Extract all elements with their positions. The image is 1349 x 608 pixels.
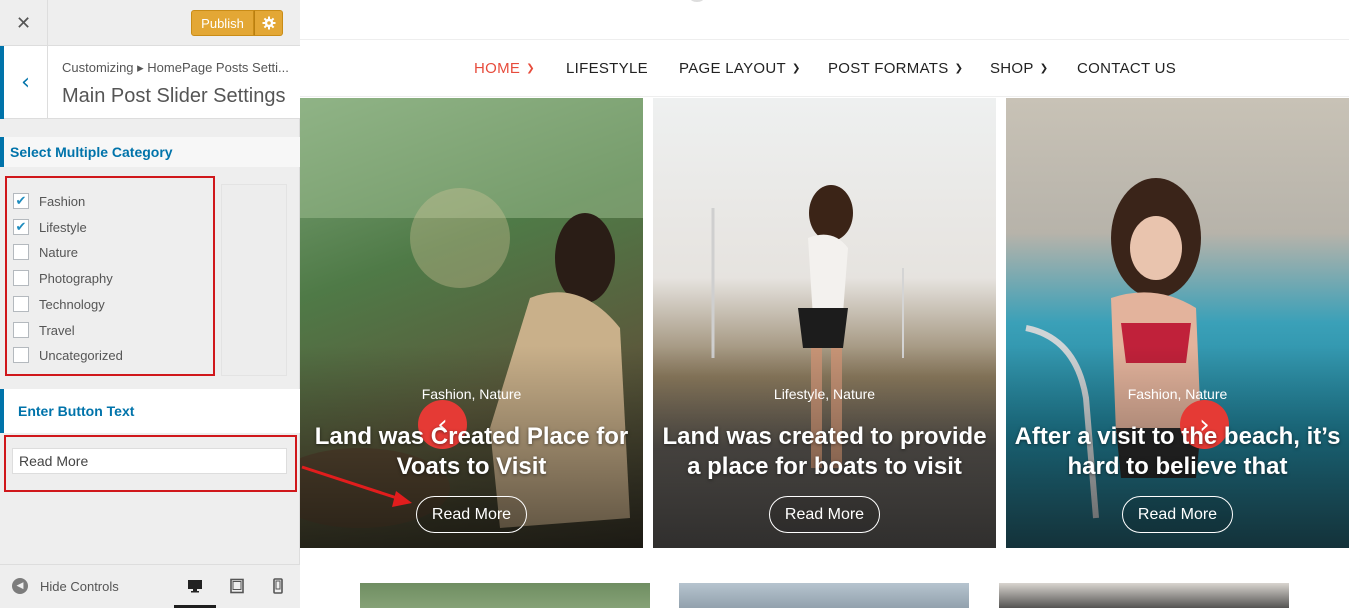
- nav-item-label: SHOP: [990, 60, 1034, 77]
- desktop-preview-button[interactable]: [182, 573, 208, 599]
- button-text-control-label: Enter Button Text: [0, 389, 300, 433]
- collapse-icon: ◀: [12, 578, 28, 594]
- slide-categories[interactable]: Fashion, Nature: [1006, 386, 1349, 402]
- nav-item-label: HOME: [474, 60, 521, 77]
- read-more-button[interactable]: Read More: [416, 496, 527, 533]
- section-title: Main Post Slider Settings: [62, 85, 286, 107]
- slide-card: › Fashion, Nature After a visit to the b…: [1006, 98, 1349, 548]
- category-control-label: Select Multiple Category: [0, 137, 300, 167]
- slide-title[interactable]: After a visit to the beach, it’s hard to…: [1012, 422, 1343, 482]
- category-checkbox[interactable]: ✔: [13, 193, 29, 209]
- category-label: Fashion: [39, 193, 86, 209]
- category-option[interactable]: Travel: [13, 320, 75, 340]
- hide-controls-label: Hide Controls: [40, 578, 119, 594]
- mobile-icon: [273, 578, 283, 594]
- category-option[interactable]: ✔ Fashion: [13, 191, 85, 211]
- read-more-button[interactable]: Read More: [1122, 496, 1233, 533]
- nav-item-label: CONTACT US: [1077, 60, 1177, 77]
- category-label: Uncategorized: [39, 347, 123, 363]
- nav-item-lifestyle[interactable]: LIFESTYLE: [566, 60, 648, 77]
- slide-card: Lifestyle, Nature Land was created to pr…: [653, 98, 996, 548]
- category-checkbox[interactable]: [13, 322, 29, 338]
- slide-categories[interactable]: Lifestyle, Nature: [653, 386, 996, 402]
- chevron-down-icon: ❯: [1039, 63, 1049, 74]
- site-preview: HOME ❯ LIFESTYLE PAGE LAYOUT ❯ POST FORMAT…: [300, 0, 1349, 608]
- category-option[interactable]: Technology: [13, 294, 105, 314]
- back-button[interactable]: ‹: [0, 46, 48, 119]
- category-label: Travel: [39, 322, 75, 338]
- publish-settings-button[interactable]: [254, 10, 283, 36]
- main-navigation: HOME ❯ LIFESTYLE PAGE LAYOUT ❯ POST FORMAT…: [300, 39, 1349, 97]
- category-checkbox[interactable]: [13, 244, 29, 260]
- slide-categories[interactable]: Fashion, Nature: [300, 386, 643, 402]
- category-option[interactable]: Nature: [13, 242, 78, 262]
- slide-title[interactable]: Land was created to provide a place for …: [659, 422, 990, 482]
- mobile-preview-button[interactable]: [265, 573, 291, 599]
- category-option[interactable]: ✔ Lifestyle: [13, 217, 87, 237]
- post-thumbnail[interactable]: [999, 583, 1289, 608]
- section-header: ‹ Customizing ▸ HomePage Posts Setti... …: [0, 46, 300, 119]
- category-checkbox[interactable]: [13, 296, 29, 312]
- category-checkbox[interactable]: [13, 270, 29, 286]
- nav-item-label: PAGE LAYOUT: [679, 60, 786, 77]
- customizer-footer: ◀ Hide Controls: [0, 564, 300, 608]
- chevron-down-icon: ❯: [526, 63, 535, 74]
- category-option[interactable]: Uncategorized: [13, 345, 123, 365]
- nav-item-page-layout[interactable]: PAGE LAYOUT ❯: [679, 60, 801, 77]
- nav-item-label: POST FORMATS: [828, 60, 949, 77]
- post-thumbnail[interactable]: [679, 583, 969, 608]
- read-more-button[interactable]: Read More: [769, 496, 880, 533]
- category-option[interactable]: Photography: [13, 268, 113, 288]
- customizer-header: ✕ Publish: [0, 0, 300, 46]
- tablet-icon: [230, 578, 244, 594]
- chevron-down-icon: ❯: [954, 63, 964, 74]
- close-button[interactable]: ✕: [0, 0, 48, 46]
- category-checkbox[interactable]: ✔: [13, 219, 29, 235]
- nav-item-home[interactable]: HOME ❯: [474, 60, 535, 77]
- annotation-arrow: [301, 465, 412, 507]
- category-label: Technology: [39, 296, 105, 312]
- close-icon: ✕: [15, 12, 32, 34]
- category-checkbox[interactable]: [13, 347, 29, 363]
- button-text-input[interactable]: [12, 448, 287, 474]
- breadcrumb: Customizing ▸ HomePage Posts Setti...: [62, 60, 289, 75]
- nav-item-label: LIFESTYLE: [566, 60, 648, 77]
- category-list-panel: [221, 184, 287, 376]
- customizer-sidebar: ✕ Publish ‹ Customizing ▸ HomePage Posts…: [0, 0, 300, 608]
- category-label: Nature: [39, 244, 79, 260]
- hide-controls-button[interactable]: ◀ Hide Controls: [12, 578, 119, 594]
- desktop-icon: [188, 580, 202, 593]
- publish-button[interactable]: Publish: [191, 10, 254, 36]
- slide-card: ‹ Fashion, Nature Land was Created Place…: [300, 98, 643, 548]
- site-logo-fragment: [690, 0, 704, 2]
- post-thumbnail[interactable]: [360, 583, 650, 608]
- gear-icon: [262, 16, 275, 30]
- category-label: Lifestyle: [39, 219, 87, 235]
- nav-item-post-formats[interactable]: POST FORMATS ❯: [828, 60, 963, 77]
- nav-item-contact-us[interactable]: CONTACT US: [1077, 60, 1176, 77]
- chevron-left-icon: ‹: [21, 70, 30, 95]
- nav-item-shop[interactable]: SHOP ❯: [990, 60, 1048, 77]
- chevron-down-icon: ❯: [791, 63, 801, 74]
- publish-group: Publish: [191, 10, 283, 36]
- category-label: Photography: [39, 270, 113, 286]
- tablet-preview-button[interactable]: [224, 573, 250, 599]
